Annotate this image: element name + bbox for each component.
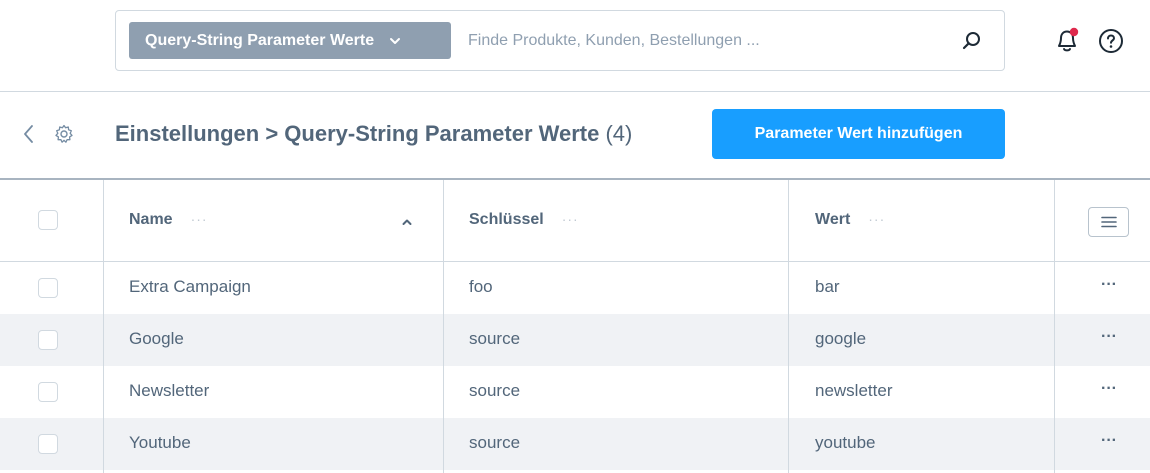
row-context-menu-icon[interactable]: ··· [1096, 328, 1122, 348]
column-header-value[interactable]: Wert ··· [815, 211, 885, 229]
cell-value: google [815, 329, 867, 348]
global-search: Query-String Parameter Werte [115, 10, 1005, 71]
cell-name: Extra Campaign [129, 277, 251, 296]
cell-name: Newsletter [129, 381, 210, 400]
back-icon[interactable] [20, 122, 38, 146]
table-row[interactable]: Google source google ··· [0, 314, 1150, 366]
column-header-key[interactable]: Schlüssel ··· [469, 211, 579, 229]
list-settings-button[interactable] [1088, 207, 1129, 237]
cell-value: youtube [815, 433, 876, 452]
list-settings-icon [1100, 216, 1117, 228]
column-divider [1054, 180, 1055, 473]
breadcrumb: Einstellungen > Query-String Parameter W… [115, 121, 600, 146]
cell-key: source [469, 329, 521, 348]
bell-icon[interactable] [1053, 25, 1081, 55]
table-row[interactable]: Youtube source youtube ··· [0, 418, 1150, 470]
search-type-label: Query-String Parameter Werte [145, 31, 375, 49]
cell-key: foo [469, 277, 493, 296]
search-type-select[interactable]: Query-String Parameter Werte [129, 22, 451, 59]
row-checkbox[interactable] [38, 434, 58, 454]
chevron-down-icon [388, 34, 402, 48]
select-all-checkbox[interactable] [38, 210, 58, 230]
row-context-menu-icon[interactable]: ··· [1096, 432, 1122, 452]
top-bar: Query-String Parameter Werte [0, 0, 1150, 92]
row-context-menu-icon[interactable]: ··· [1096, 380, 1122, 400]
gear-icon[interactable] [53, 123, 75, 145]
row-checkbox[interactable] [38, 382, 58, 402]
row-checkbox[interactable] [38, 278, 58, 298]
search-icon[interactable] [961, 30, 983, 52]
cell-value: newsletter [815, 381, 893, 400]
column-menu-icon[interactable]: ··· [191, 211, 208, 227]
cell-name: Google [129, 329, 184, 348]
cell-name: Youtube [129, 433, 191, 452]
page-title: Einstellungen > Query-String Parameter W… [115, 121, 632, 147]
column-divider [103, 180, 104, 473]
cell-value: bar [815, 277, 840, 296]
search-input[interactable] [468, 25, 938, 56]
cell-key: source [469, 433, 521, 452]
sort-asc-icon[interactable] [401, 215, 413, 227]
table-row[interactable]: Newsletter source newsletter ··· [0, 366, 1150, 418]
item-count: (4) [605, 121, 633, 146]
cell-key: source [469, 381, 521, 400]
add-parameter-button[interactable]: Parameter Wert hinzufügen [712, 109, 1005, 159]
row-checkbox[interactable] [38, 330, 58, 350]
row-context-menu-icon[interactable]: ··· [1096, 276, 1122, 296]
data-grid: Name ··· Schlüssel ··· Wert ··· Extra Campa… [0, 178, 1150, 473]
column-menu-icon[interactable]: ··· [868, 211, 885, 227]
table-header: Name ··· Schlüssel ··· Wert ··· [0, 180, 1150, 262]
column-divider [788, 180, 789, 473]
column-divider [443, 180, 444, 473]
column-header-name[interactable]: Name ··· [129, 211, 208, 229]
help-icon[interactable] [1098, 28, 1124, 54]
column-menu-icon[interactable]: ··· [562, 211, 579, 227]
table-row[interactable]: Extra Campaign foo bar ··· [0, 262, 1150, 314]
